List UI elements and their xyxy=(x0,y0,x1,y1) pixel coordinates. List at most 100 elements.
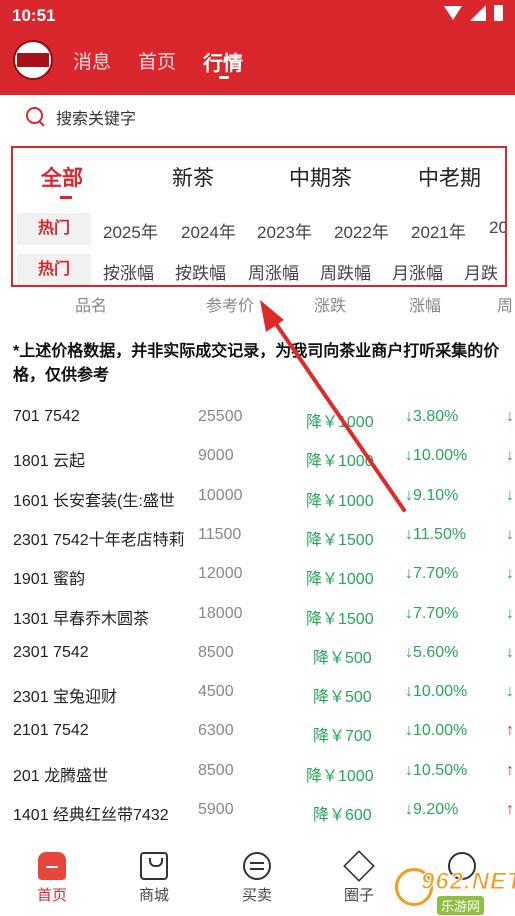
price-change: 降￥700 xyxy=(313,728,372,746)
watermark-subtext: 乐游网 xyxy=(437,896,485,915)
year-option[interactable]: 2022年 xyxy=(334,218,389,243)
sort-option[interactable]: 月跌 xyxy=(464,259,498,284)
weekly-change-truncated: ↓ xyxy=(506,683,514,701)
sort-option[interactable]: 月涨幅 xyxy=(392,259,443,284)
year-option[interactable]: 2024年 xyxy=(181,218,236,243)
weekly-change-truncated: ↑ xyxy=(506,761,514,779)
tab-messages[interactable]: 消息 xyxy=(73,47,111,74)
table-row[interactable]: 1901 蜜韵 12000 降￥1000 ↓7.70% ↓ xyxy=(0,565,515,604)
reference-price: 18000 xyxy=(198,604,243,622)
nav-shop[interactable]: 商城 xyxy=(124,842,184,905)
year-option[interactable]: 20 xyxy=(489,218,505,238)
reference-price: 6300 xyxy=(198,722,234,740)
weekly-change-truncated: ↑ xyxy=(506,801,514,818)
column-header-price[interactable]: 参考价 xyxy=(206,292,254,316)
app-header: 10:51 消息 首页 行情 xyxy=(0,0,515,95)
column-header-weekly[interactable]: 周 xyxy=(497,292,513,316)
tab-market[interactable]: 行情 xyxy=(203,47,243,76)
price-change: 降￥1000 xyxy=(306,492,374,510)
table-row[interactable]: 1801 云起 9000 降￥1000 ↓10.00% ↓ xyxy=(0,447,515,486)
app-screen: 10:51 消息 首页 行情 搜索关键字 全部 新茶 中期茶 中老期 热门 20… xyxy=(0,0,515,916)
table-row[interactable]: 201 龙腾盛世 8500 降￥1000 ↓10.50% ↑ xyxy=(0,762,515,801)
category-mid-term-tea[interactable]: 中期茶 xyxy=(289,162,352,192)
change-percent: ↓10.00% xyxy=(405,683,468,701)
trade-icon xyxy=(243,852,271,880)
hot-sort-pill[interactable]: 热门 xyxy=(17,254,91,285)
weekly-change-truncated: ↓ xyxy=(506,525,514,543)
price-change: 降￥1000 xyxy=(306,414,374,431)
change-percent: ↓9.10% xyxy=(405,486,459,504)
search-bar[interactable]: 搜索关键字 xyxy=(25,103,136,131)
weekly-change-truncated: ↓ xyxy=(506,486,514,504)
product-name: 1301 早春乔木圆茶 xyxy=(13,610,150,628)
battery-icon xyxy=(494,5,503,21)
reference-price: 10000 xyxy=(198,486,243,504)
change-percent: ↓11.50% xyxy=(405,525,467,543)
price-change: 降￥1000 xyxy=(306,767,374,785)
table-row[interactable]: 2301 7542 8500 降￥500 ↓5.60% ↓ xyxy=(0,644,515,683)
price-change: 降￥1000 xyxy=(306,571,374,589)
nav-label: 首页 xyxy=(36,887,67,904)
nav-home[interactable]: 首页 xyxy=(22,842,82,905)
category-all[interactable]: 全部 xyxy=(41,162,83,192)
sort-option[interactable]: 周跌幅 xyxy=(320,259,371,284)
change-percent: ↓10.00% xyxy=(405,722,468,740)
signal-icon xyxy=(470,5,486,21)
status-time: 10:51 xyxy=(12,6,56,25)
price-change: 降￥1500 xyxy=(306,531,374,549)
watermark-text: 962.NET xyxy=(421,868,515,896)
column-header-change[interactable]: 涨跌 xyxy=(314,292,346,316)
table-row[interactable]: 2301 7542十年老店特莉 11500 降￥1500 ↓11.50% ↓ xyxy=(0,526,515,565)
nav-label: 买卖 xyxy=(241,887,272,904)
change-percent: ↓5.60% xyxy=(405,643,459,661)
category-new-tea[interactable]: 新茶 xyxy=(172,162,214,192)
sort-option[interactable]: 周涨幅 xyxy=(248,259,299,284)
weekly-change-truncated: ↓ xyxy=(506,408,514,425)
table-row[interactable]: 1601 长安套装(生:盛世 10000 降￥1000 ↓9.10% ↓ xyxy=(0,487,515,526)
reference-price: 12000 xyxy=(198,565,243,583)
product-name: 1801 云起 xyxy=(13,453,86,471)
product-name: 1601 长安套装(生:盛世 xyxy=(13,492,175,510)
product-name: 2301 7542十年老店特莉 xyxy=(13,531,185,549)
sort-option[interactable]: 按跌幅 xyxy=(175,259,226,284)
change-percent: ↓10.00% xyxy=(405,447,468,465)
table-row[interactable]: 1401 经典红丝带7432 5900 降￥600 ↓9.20% ↑ xyxy=(0,801,515,840)
nav-circle[interactable]: 圈子 xyxy=(329,842,389,905)
year-option[interactable]: 2021年 xyxy=(411,218,466,243)
price-change: 降￥500 xyxy=(313,649,372,667)
status-icons xyxy=(444,5,503,21)
home-icon xyxy=(38,852,66,880)
table-row[interactable]: 2101 7542 6300 降￥700 ↓10.00% ↑ xyxy=(0,722,515,761)
circle-icon xyxy=(343,850,375,882)
product-name: 2301 7542 xyxy=(13,643,89,661)
watermark: 962.NET 乐游网 xyxy=(395,860,515,916)
reference-price: 8500 xyxy=(198,643,234,661)
price-change: 降￥1000 xyxy=(306,453,374,471)
active-tab-indicator xyxy=(219,76,229,79)
filter-panel: 全部 新茶 中期茶 中老期 热门 2025年 2024年 2023年 2022年… xyxy=(11,146,507,287)
app-logo[interactable] xyxy=(13,40,53,80)
product-name: 1401 经典红丝带7432 xyxy=(13,807,169,824)
change-percent: ↓9.20% xyxy=(405,801,459,818)
weekly-change-truncated: ↓ xyxy=(506,565,514,583)
table-row[interactable]: 701 7542 25500 降￥1000 ↓3.80% ↓ xyxy=(0,408,515,447)
year-option[interactable]: 2025年 xyxy=(103,218,158,243)
category-mid-old-term[interactable]: 中老期 xyxy=(418,162,481,192)
price-disclaimer: *上述价格数据，并非实际成交记录，为我司向茶业商户打听采集的价格，仅供参考 xyxy=(13,343,500,384)
reference-price: 11500 xyxy=(198,525,242,543)
reference-price: 9000 xyxy=(198,447,234,465)
column-header-change-pct[interactable]: 涨幅 xyxy=(409,292,441,316)
table-row[interactable]: 1301 早春乔木圆茶 18000 降￥1500 ↓7.70% ↓ xyxy=(0,605,515,644)
tab-home[interactable]: 首页 xyxy=(138,47,176,74)
year-option[interactable]: 2023年 xyxy=(257,218,312,243)
change-percent: ↓10.50% xyxy=(405,761,468,779)
nav-trade[interactable]: 买卖 xyxy=(227,842,287,905)
nav-label: 商城 xyxy=(138,887,169,904)
hot-year-pill[interactable]: 热门 xyxy=(17,213,91,245)
wifi-icon xyxy=(444,6,462,20)
reference-price: 5900 xyxy=(198,801,234,818)
sort-option[interactable]: 按涨幅 xyxy=(103,259,154,284)
table-row[interactable]: 2301 宝兔迎财 4500 降￥500 ↓10.00% ↓ xyxy=(0,683,515,722)
column-header-name[interactable]: 品名 xyxy=(75,292,107,316)
product-name: 701 7542 xyxy=(13,408,80,425)
